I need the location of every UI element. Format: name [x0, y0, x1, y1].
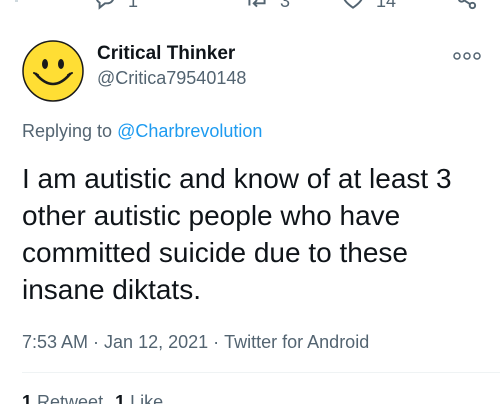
tweet-time[interactable]: 7:53 AM — [22, 332, 88, 352]
tweet-text-line: I am autistic and know of at least 3 — [22, 163, 452, 194]
tweet-text-line: committed suicide due to these — [22, 237, 408, 268]
reply-count: 1 — [128, 0, 139, 11]
tweet-text: I am autistic and know of at least 3 oth… — [22, 160, 492, 308]
tweet-text-line: insane diktats. — [22, 274, 201, 305]
replying-to-line: Replying to @Charbrevolution — [22, 121, 262, 142]
tweet-date[interactable]: Jan 12, 2021 — [104, 332, 208, 352]
previous-tweet-actions: 1 3 14 — [0, 0, 500, 16]
reply-icon — [92, 0, 118, 17]
divider — [22, 372, 500, 373]
retweet-button[interactable]: 3 — [244, 0, 290, 16]
replying-to-link[interactable]: @Charbrevolution — [117, 121, 262, 141]
more-options-icon — [453, 52, 481, 60]
retweets-stat[interactable]: 1 Retweet — [22, 392, 103, 404]
tweet-source[interactable]: Twitter for Android — [224, 332, 369, 352]
tweet-detail-view: 1 3 14 Critical Thinker @Critica79540148… — [0, 0, 500, 404]
author-handle[interactable]: @Critica79540148 — [97, 68, 246, 89]
smiley-avatar — [22, 40, 84, 102]
share-icon — [454, 0, 480, 17]
meta-separator: · — [213, 332, 220, 352]
likes-stat[interactable]: 1 Like — [115, 392, 163, 404]
tweet-stats: 1 Retweet 1 Like — [22, 392, 163, 404]
thread-connector-line — [15, 0, 18, 2]
author-avatar[interactable] — [22, 40, 84, 102]
retweet-count: 3 — [280, 0, 291, 11]
like-icon — [340, 0, 366, 17]
more-options-button[interactable] — [452, 49, 482, 63]
tweet-text-line: other autistic people who have — [22, 200, 401, 231]
author-name[interactable]: Critical Thinker — [97, 43, 235, 65]
retweet-icon — [244, 0, 270, 17]
like-button[interactable]: 14 — [340, 0, 396, 16]
reply-button[interactable]: 1 — [92, 0, 138, 16]
replying-to-prefix: Replying to — [22, 121, 118, 141]
share-button[interactable] — [454, 0, 480, 16]
tweet-metadata: 7:53 AM · Jan 12, 2021 · Twitter for Android — [22, 332, 369, 353]
meta-separator: · — [93, 332, 100, 352]
like-count: 14 — [376, 0, 397, 11]
